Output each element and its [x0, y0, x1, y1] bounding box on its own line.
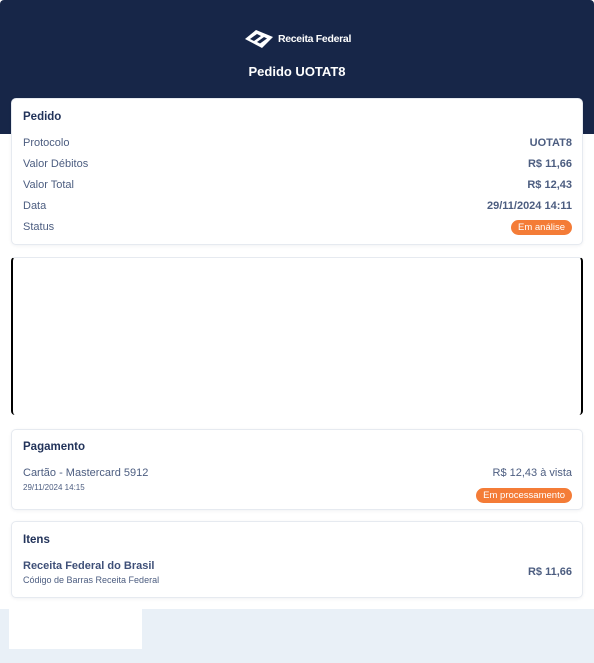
valor-debitos-label: Valor Débitos — [23, 158, 89, 170]
logo-text: Receita Federal — [277, 33, 352, 45]
status-badge: Em análise — [511, 219, 572, 235]
valor-total-value: R$ 12,43 — [527, 179, 572, 191]
valor-total-row: Valor Total R$ 12,43 — [23, 178, 572, 192]
valor-debitos-value: R$ 11,66 — [527, 158, 572, 170]
valor-total-label: Valor Total — [23, 179, 74, 191]
payment-method: Cartão - Mastercard 5912 — [23, 467, 149, 479]
receita-federal-logo-icon — [244, 30, 273, 48]
data-value: 29/11/2024 14:11 — [486, 200, 572, 212]
payment-status-text: Em processamento — [476, 488, 572, 503]
data-label: Data — [23, 200, 47, 212]
page-title: Pedido UOTAT8 — [248, 64, 346, 79]
status-label: Status — [23, 221, 55, 233]
payment-amount: R$ 12,43 à vista — [492, 467, 573, 479]
item-description: Código de Barras Receita Federal — [23, 575, 160, 585]
protocolo-row: Protocolo UOTAT8 — [23, 136, 572, 150]
valor-debitos-row: Valor Débitos R$ 11,66 — [23, 157, 572, 171]
protocolo-value: UOTAT8 — [529, 137, 572, 149]
item-price: R$ 11,66 — [527, 566, 572, 578]
footer-blank-box — [9, 609, 142, 649]
itens-card: Itens Receita Federal do Brasil Código d… — [11, 521, 583, 598]
itens-title: Itens — [23, 534, 50, 546]
footer-area — [0, 609, 594, 663]
status-row: Status Em análise — [23, 219, 572, 235]
item-name: Receita Federal do Brasil — [23, 560, 155, 572]
data-row: Data 29/11/2024 14:11 — [23, 199, 572, 213]
payment-date: 29/11/2024 14:15 — [23, 483, 85, 492]
embedded-content-frame — [11, 257, 583, 415]
receita-federal-logo: Receita Federal — [0, 28, 594, 50]
pedido-card: Pedido Protocolo UOTAT8 Valor Débitos R$… — [11, 98, 583, 245]
pagamento-title: Pagamento — [23, 441, 85, 453]
pagamento-card: Pagamento Cartão - Mastercard 5912 29/11… — [11, 429, 583, 510]
pedido-title: Pedido — [23, 111, 62, 123]
protocolo-label: Protocolo — [23, 137, 70, 149]
payment-status-badge: Em processamento — [476, 485, 572, 503]
